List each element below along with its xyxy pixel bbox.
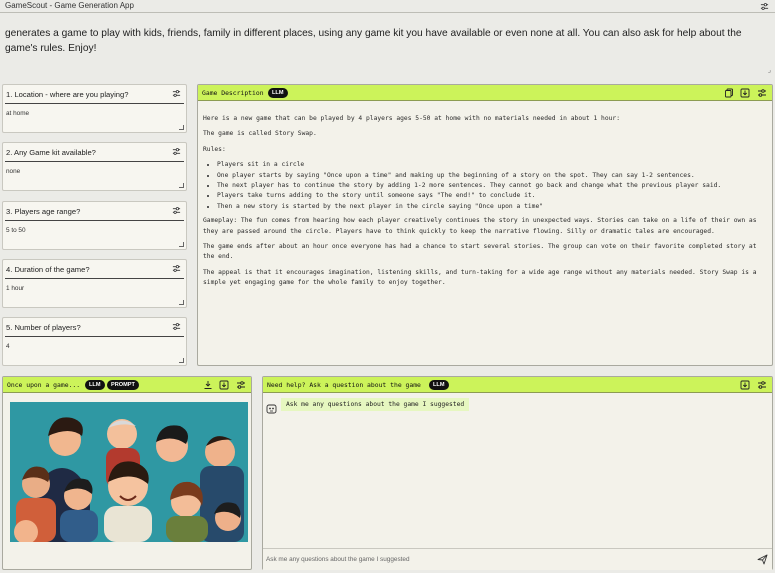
resize-grip[interactable] — [179, 242, 184, 247]
bot-icon — [266, 401, 277, 414]
field-label: 1. Location - where are you playing? — [6, 90, 129, 99]
prompt-badge: PROMPT — [107, 380, 139, 390]
tune-icon[interactable] — [236, 380, 246, 390]
players-field[interactable]: 5. Number of players? 4 — [2, 317, 187, 366]
rule-item: Players take turns adding to the story u… — [217, 191, 768, 201]
field-divider — [5, 278, 184, 279]
panel-header: Once upon a game... LLM PROMPT — [3, 377, 251, 393]
game-description-panel: Game Description LLM Here is a new game … — [197, 84, 773, 366]
location-field[interactable]: 1. Location - where are you playing? at … — [2, 84, 187, 133]
gameplay-text: Gameplay: The fun comes from hearing how… — [203, 217, 757, 235]
field-label: 2. Any Game kit available? — [6, 148, 96, 157]
field-divider — [5, 161, 184, 162]
duration-field[interactable]: 4. Duration of the game? 1 hour — [2, 259, 187, 308]
resize-grip[interactable] — [179, 125, 184, 130]
field-value[interactable]: none — [6, 168, 20, 175]
field-divider — [5, 103, 184, 104]
panel-header: Game Description LLM — [198, 85, 772, 101]
resize-grip[interactable] — [179, 183, 184, 188]
rules-list: Players sit in a circle One player start… — [217, 160, 768, 212]
llm-badge: LLM — [268, 88, 288, 98]
rule-item: Players sit in a circle — [217, 160, 768, 170]
field-value[interactable]: 1 hour — [6, 285, 24, 292]
description-text: Here is a new game that can be played by… — [203, 114, 768, 294]
rule-item: Then a new story is started by the next … — [217, 202, 768, 212]
field-value[interactable]: 5 to 50 — [6, 227, 26, 234]
resize-grip[interactable] — [179, 300, 184, 305]
game-kit-field[interactable]: 2. Any Game kit available? none — [2, 142, 187, 191]
panel-title: Once upon a game... — [7, 381, 81, 389]
tune-icon[interactable] — [760, 2, 769, 11]
game-name: The game is called Story Swap. — [203, 130, 317, 138]
tune-icon[interactable] — [172, 89, 181, 98]
field-value[interactable]: 4 — [6, 343, 10, 350]
image-panel: Once upon a game... LLM PROMPT — [2, 376, 252, 570]
save-icon[interactable] — [219, 380, 229, 390]
send-icon[interactable] — [757, 554, 768, 565]
field-value[interactable]: at home — [6, 110, 29, 117]
download-icon[interactable] — [740, 88, 750, 98]
llm-badge: LLM — [429, 380, 449, 390]
llm-badge: LLM — [85, 380, 105, 390]
tune-icon[interactable] — [172, 206, 181, 215]
tune-icon[interactable] — [757, 88, 767, 98]
resize-grip[interactable] — [179, 358, 184, 363]
chat-input-bar[interactable]: Ask me any questions about the game I su… — [263, 548, 772, 570]
tune-icon[interactable] — [172, 322, 181, 331]
resize-handle-icon[interactable]: ⌟ — [768, 66, 771, 74]
rules-heading: Rules: — [203, 145, 226, 153]
appeal-text: The appeal is that it encourages imagina… — [203, 268, 757, 287]
rule-item: The next player has to continue the stor… — [217, 181, 768, 191]
field-divider — [5, 220, 184, 221]
field-divider — [5, 336, 184, 337]
top-bar: GameScout - Game Generation App — [0, 0, 775, 13]
chat-message: Ask me any questions about the game I su… — [281, 398, 470, 411]
tune-icon[interactable] — [172, 264, 181, 273]
field-label: 5. Number of players? — [6, 323, 81, 332]
description-intro: Here is a new game that can be played by… — [203, 115, 621, 122]
tune-icon[interactable] — [757, 380, 767, 390]
chat-input[interactable]: Ask me any questions about the game I su… — [266, 556, 410, 563]
panel-title: Game Description — [202, 89, 264, 97]
field-label: 4. Duration of the game? — [6, 265, 90, 274]
field-label: 3. Players age range? — [6, 207, 81, 216]
download-icon[interactable] — [740, 380, 750, 390]
tune-icon[interactable] — [172, 147, 181, 156]
app-title: GameScout - Game Generation App — [5, 1, 134, 10]
panel-header: Need help? Ask a question about the game… — [263, 377, 772, 393]
intro-text: generates a game to play with kids, frie… — [5, 28, 742, 54]
age-range-field[interactable]: 3. Players age range? 5 to 50 — [2, 201, 187, 250]
download-icon[interactable] — [203, 380, 213, 390]
rule-item: One player starts by saying "Once upon a… — [217, 171, 768, 181]
family-group-illustration — [10, 402, 248, 542]
ending-text: The game ends after about an hour once e… — [203, 243, 757, 261]
panel-title: Need help? Ask a question about the game — [267, 381, 421, 389]
copy-icon[interactable] — [724, 88, 734, 98]
